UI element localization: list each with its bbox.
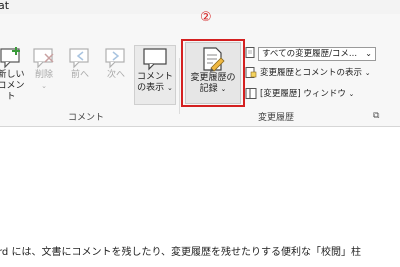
reviewing-pane-icon	[245, 88, 257, 99]
new-comment-label: 新しい コメント	[0, 70, 25, 102]
chevron-down-icon: ⌄	[41, 82, 47, 90]
show-markup-button[interactable]: 変更履歴とコメントの表示 ⌄	[245, 67, 371, 79]
next-comment-icon	[105, 48, 125, 69]
chevron-down-icon: ⌄	[348, 90, 355, 98]
previous-comment-button[interactable]: 前へ	[64, 46, 96, 81]
highlight-box	[181, 39, 245, 107]
new-comment-icon	[0, 47, 20, 69]
dialog-launcher-icon[interactable]: ⧉	[373, 111, 379, 121]
delete-comment-button[interactable]: 削除 ⌄	[28, 46, 60, 92]
show-markup-label: 変更履歴とコメントの表示	[260, 68, 363, 78]
previous-label: 前へ	[70, 70, 89, 80]
delete-label: 削除	[34, 70, 53, 80]
document-body-text: rd には、文書にコメントを残したり、変更履歴を残せたりする便利な「校閲」柱	[0, 247, 362, 258]
chevron-down-icon: ⌄	[167, 84, 173, 92]
reviewing-pane-button[interactable]: [変更履歴] ウィンドウ ⌄	[245, 88, 354, 100]
tab-label[interactable]: at	[0, 0, 9, 12]
show-comments-button[interactable]: コメント の表示 ⌄	[134, 45, 176, 105]
delete-comment-icon	[33, 48, 54, 69]
markup-dropdown-value: すべての変更履歴/コメ...	[262, 49, 358, 59]
show-markup-icon	[245, 67, 257, 78]
previous-comment-icon	[69, 48, 89, 69]
new-comment-button[interactable]: 新しい コメント	[0, 46, 28, 103]
markup-display-dropdown[interactable]: すべての変更履歴/コメ... ⌄	[258, 47, 376, 61]
next-label: 次へ	[106, 70, 125, 80]
reviewing-pane-label: [変更履歴] ウィンドウ	[260, 89, 346, 99]
next-comment-button[interactable]: 次へ	[100, 46, 132, 81]
tracking-group-label: 変更履歴	[258, 113, 295, 123]
comment-group-label: コメント	[68, 113, 105, 123]
chevron-down-icon: ⌄	[365, 49, 372, 58]
chevron-down-icon: ⌄	[364, 69, 371, 77]
document-markup-icon	[245, 47, 255, 58]
group-divider	[179, 58, 180, 114]
show-comments-icon	[143, 48, 167, 71]
annotation-number: ②	[200, 10, 212, 25]
